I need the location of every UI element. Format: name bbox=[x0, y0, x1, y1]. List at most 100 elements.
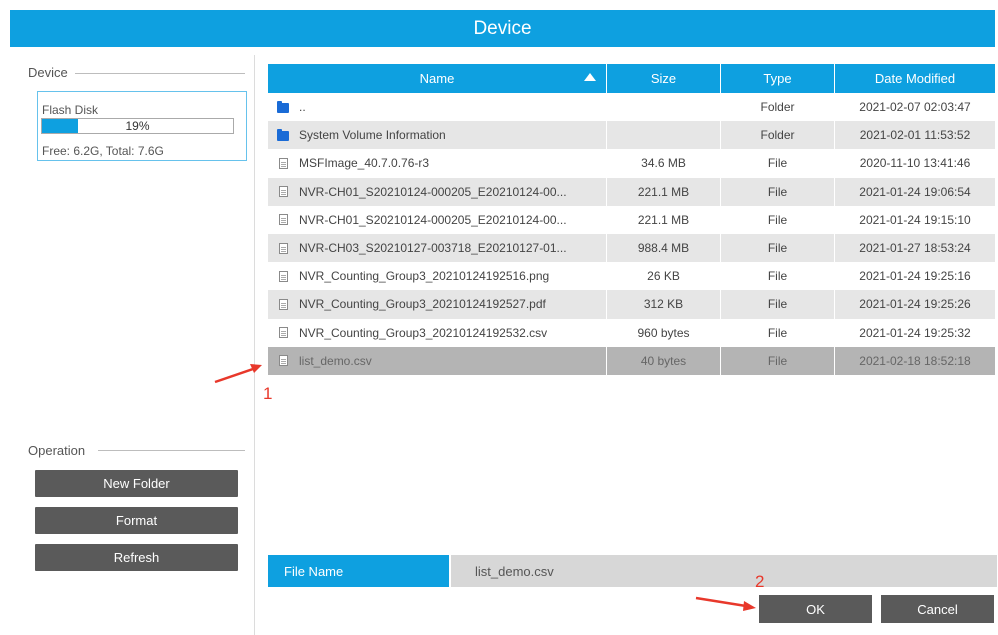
cell-name: System Volume Information bbox=[268, 121, 607, 150]
cell-size: 960 bytes bbox=[607, 318, 721, 347]
cell-date: 2021-01-24 19:25:16 bbox=[859, 269, 971, 284]
refresh-button[interactable]: Refresh bbox=[35, 544, 238, 571]
table-row[interactable]: .. Folder 2021-02-07 02:03:47 bbox=[268, 93, 995, 122]
cell-type: Folder bbox=[721, 121, 835, 150]
cancel-button[interactable]: Cancel bbox=[881, 595, 994, 623]
ok-button[interactable]: OK bbox=[759, 595, 872, 623]
table-row[interactable]: MSFImage_40.7.0.76-r3 34.6 MB File 2020-11-… bbox=[268, 149, 995, 178]
cell-date: 2021-02-01 11:53:52 bbox=[859, 128, 971, 143]
cell-name: MSFImage_40.7.0.76-r3 bbox=[268, 149, 607, 178]
file-icon bbox=[279, 270, 288, 282]
cell-date: 2021-01-24 19:25:32 bbox=[859, 325, 971, 340]
table-row[interactable]: NVR-CH03_S20210127-003718_E20210127-01..… bbox=[268, 233, 995, 263]
file-name-label: File Name bbox=[268, 555, 449, 587]
cell-date: 2021-01-27 18:53:24 bbox=[859, 241, 971, 256]
annotation-arrow-2 bbox=[695, 596, 756, 611]
cell-type: Folder bbox=[721, 93, 835, 122]
cell-size: 312 KB bbox=[607, 290, 721, 319]
file-name-text: System Volume Information bbox=[299, 128, 446, 143]
file-name-text: list_demo.csv bbox=[299, 353, 372, 368]
annotation-marker-1: 1 bbox=[263, 384, 273, 403]
left-panel: Device Flash Disk 19% Free: 6.2G, Total:… bbox=[10, 55, 255, 635]
table-row[interactable]: list_demo.csv 40 bytes File 2021-02-18 18:5… bbox=[268, 346, 995, 375]
window-title: Device bbox=[10, 10, 995, 47]
column-header-size[interactable]: Size bbox=[607, 64, 721, 93]
cell-name: list_demo.csv bbox=[268, 346, 607, 375]
file-name-text: NVR_Counting_Group3_20210124192532.csv bbox=[299, 325, 548, 340]
cell-type: File bbox=[721, 149, 835, 178]
file-icon bbox=[279, 214, 288, 226]
cell-type: File bbox=[721, 233, 835, 263]
cell-date: 2021-02-07 02:03:47 bbox=[859, 100, 971, 115]
table-body: .. Folder 2021-02-07 02:03:47 System Volume… bbox=[268, 93, 995, 375]
file-name-text: NVR_Counting_Group3_20210124192516.png bbox=[299, 269, 550, 284]
cell-type: File bbox=[721, 290, 835, 319]
cell-name: NVR_Counting_Group3_20210124192516.png bbox=[268, 262, 607, 291]
file-icon bbox=[279, 298, 288, 310]
disk-free-total: Free: 6.2G, Total: 7.6G bbox=[42, 144, 164, 158]
cell-name: NVR-CH01_S20210124-000205_E20210124-00..… bbox=[268, 177, 607, 206]
cell-name: .. bbox=[268, 93, 607, 122]
column-header-type[interactable]: Type bbox=[721, 64, 835, 93]
column-header-date[interactable]: Date Modified bbox=[835, 64, 995, 93]
cell-name: NVR-CH01_S20210124-000205_E20210124-00..… bbox=[268, 205, 607, 234]
disk-usage-percent: 19% bbox=[125, 119, 150, 133]
folder-icon bbox=[277, 128, 289, 141]
cell-date: 2021-01-24 19:06:54 bbox=[859, 184, 971, 199]
cell-type: File bbox=[721, 318, 835, 347]
cell-type: File bbox=[721, 205, 835, 234]
table-row[interactable]: System Volume Information Folder 2021-02-0… bbox=[268, 121, 995, 150]
cell-date: 2021-02-18 18:52:18 bbox=[859, 353, 971, 368]
file-name-text: .. bbox=[299, 100, 306, 115]
cell-size: 221.1 MB bbox=[607, 205, 721, 234]
file-name-text: NVR_Counting_Group3_20210124192527.pdf bbox=[299, 297, 546, 312]
file-icon bbox=[279, 327, 288, 339]
cell-type: File bbox=[721, 262, 835, 291]
cell-size: 221.1 MB bbox=[607, 177, 721, 206]
table-row[interactable]: NVR_Counting_Group3_20210124192532.csv 96… bbox=[268, 318, 995, 347]
file-name-text: MSFImage_40.7.0.76-r3 bbox=[299, 156, 430, 171]
disk-usage-bar: 19% bbox=[41, 118, 234, 134]
table-row[interactable]: NVR_Counting_Group3_20210124192527.pdf 31… bbox=[268, 290, 995, 319]
cell-name: NVR_Counting_Group3_20210124192532.csv bbox=[268, 318, 607, 347]
operation-group-divider bbox=[98, 450, 245, 451]
file-name-text: NVR-CH03_S20210127-003718_E20210127-01..… bbox=[299, 241, 567, 256]
cell-date: 2021-01-24 19:25:26 bbox=[859, 297, 971, 312]
cell-size bbox=[607, 121, 721, 150]
cell-size: 34.6 MB bbox=[607, 149, 721, 178]
file-name-text: NVR-CH01_S20210124-000205_E20210124-00..… bbox=[299, 212, 567, 227]
annotation-marker-2: 2 bbox=[755, 572, 765, 591]
file-name-input[interactable] bbox=[451, 555, 997, 587]
format-button[interactable]: Format bbox=[35, 507, 238, 534]
table-row[interactable]: NVR_Counting_Group3_20210124192516.png 26… bbox=[268, 262, 995, 291]
device-group-label: Device bbox=[28, 65, 72, 80]
cell-size: 26 KB bbox=[607, 262, 721, 291]
cell-name: NVR_Counting_Group3_20210124192527.pdf bbox=[268, 290, 607, 319]
table-row[interactable]: NVR-CH01_S20210124-000205_E20210124-00..… bbox=[268, 177, 995, 206]
column-header-name-label: Name bbox=[419, 71, 455, 86]
flash-disk-card[interactable]: Flash Disk 19% Free: 6.2G, Total: 7.6G bbox=[37, 91, 247, 161]
annotation-arrow-1 bbox=[214, 364, 262, 384]
cell-name: NVR-CH03_S20210127-003718_E20210127-01..… bbox=[268, 233, 607, 263]
sort-ascending-icon bbox=[584, 73, 596, 81]
table-header: Name Size Type Date Modified bbox=[268, 64, 995, 93]
disk-name: Flash Disk bbox=[42, 103, 99, 117]
file-icon bbox=[279, 157, 288, 169]
operation-group-label: Operation bbox=[28, 443, 90, 458]
file-icon bbox=[279, 242, 288, 254]
file-icon bbox=[279, 186, 288, 198]
cell-size: 40 bytes bbox=[607, 346, 721, 375]
file-name-text: NVR-CH01_S20210124-000205_E20210124-00..… bbox=[299, 184, 567, 199]
cell-type: File bbox=[721, 346, 835, 375]
device-group-divider bbox=[75, 73, 245, 74]
file-icon bbox=[279, 355, 288, 367]
cell-date: 2021-01-24 19:15:10 bbox=[859, 212, 971, 227]
cell-size bbox=[607, 93, 721, 122]
column-header-name[interactable]: Name bbox=[268, 64, 607, 93]
cell-type: File bbox=[721, 177, 835, 206]
new-folder-button[interactable]: New Folder bbox=[35, 470, 238, 497]
file-table: Name Size Type Date Modified .. Folder 202… bbox=[268, 64, 995, 375]
table-row[interactable]: NVR-CH01_S20210124-000205_E20210124-00..… bbox=[268, 205, 995, 234]
cell-date: 2020-11-10 13:41:46 bbox=[859, 156, 971, 171]
folder-icon bbox=[277, 100, 289, 113]
